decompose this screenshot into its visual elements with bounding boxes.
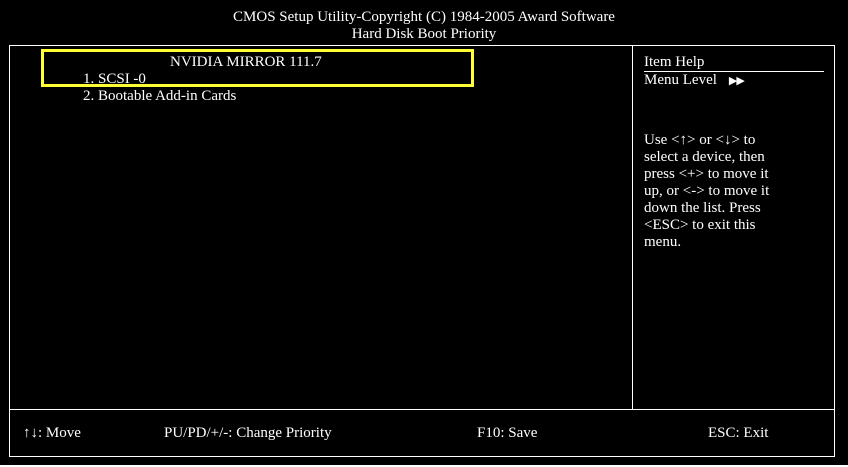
key-move: ↑↓: Move <box>23 425 81 441</box>
utility-title: CMOS Setup Utility-Copyright (C) 1984-20… <box>233 9 615 25</box>
menu-level: Menu Level ▶▶ <box>644 72 824 90</box>
boot-item-addin-cards[interactable]: 2. Bootable Add-in Cards <box>53 71 236 122</box>
key-legend: ↑↓: Move PU/PD/+/-: Change Priority F10:… <box>10 410 834 457</box>
header: CMOS Setup Utility-Copyright (C) 1984-20… <box>0 0 848 44</box>
page-title: Hard Disk Boot Priority <box>351 26 497 42</box>
boot-priority-list: 1. SCSI -0 NVIDIA MIRROR 111.7 2. Bootab… <box>10 46 632 409</box>
main-frame: 1. SCSI -0 NVIDIA MIRROR 111.7 2. Bootab… <box>9 45 835 457</box>
key-save[interactable]: F10: Save <box>477 425 537 442</box>
item-help-text: Use <↑> or <↓> to select a device, then … <box>644 132 770 250</box>
item-help-title: Item Help <box>644 54 705 70</box>
double-arrow-right-icon: ▶▶ <box>728 75 745 87</box>
item-help-panel: Item Help Menu Level ▶▶ Use <↑> or <↓> to… <box>644 54 824 251</box>
boot-item-device: NVIDIA MIRROR 111.7 <box>170 54 322 70</box>
key-exit[interactable]: ESC: Exit <box>708 425 768 442</box>
bios-screen: CMOS Setup Utility-Copyright (C) 1984-20… <box>0 0 848 465</box>
boot-item-label: 2. Bootable Add-in Cards <box>83 88 237 104</box>
menu-level-label: Menu Level <box>644 72 717 88</box>
key-change-priority: PU/PD/+/-: Change Priority <box>164 425 332 441</box>
vertical-divider <box>632 46 633 409</box>
